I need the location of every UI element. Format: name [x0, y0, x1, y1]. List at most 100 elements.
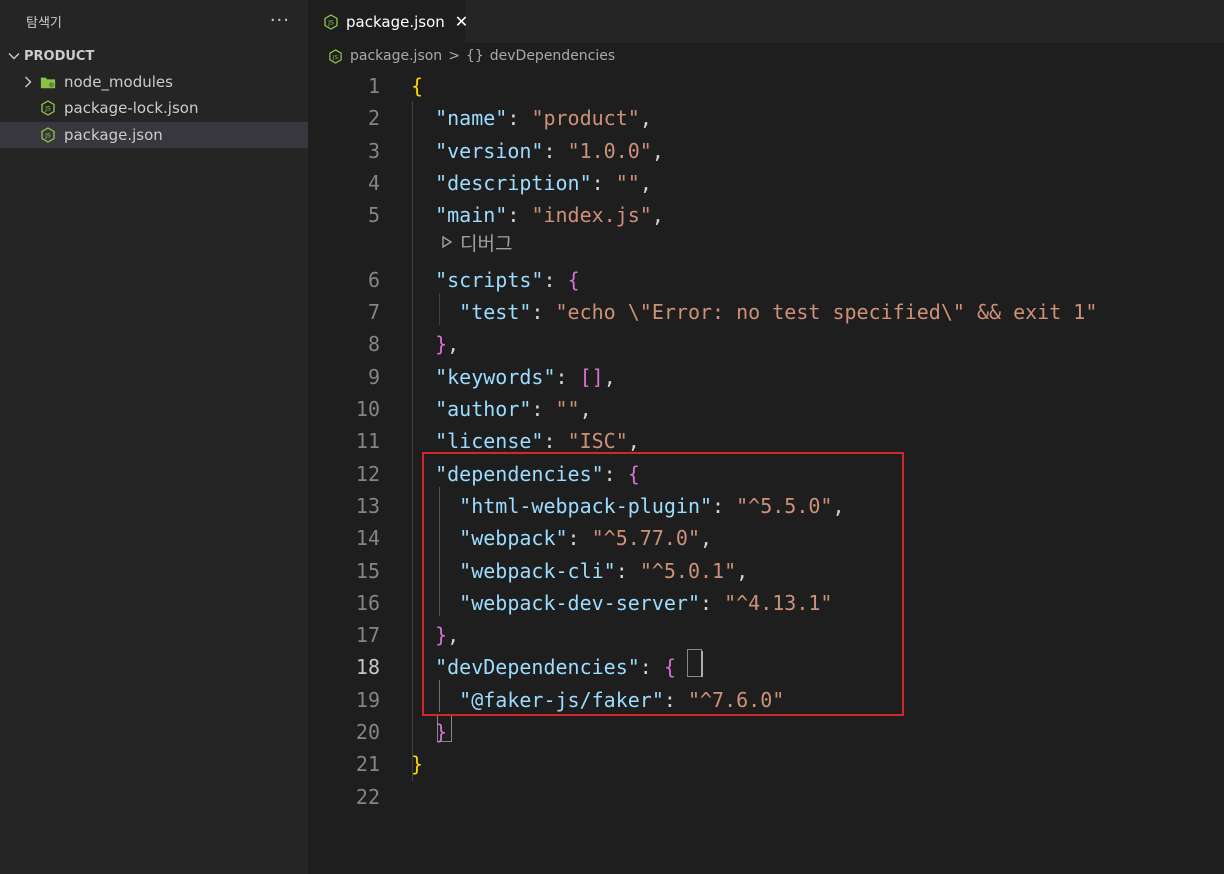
play-icon [440, 234, 454, 250]
code-text: "scripts": { [411, 264, 580, 296]
line-number: 21 [355, 752, 380, 777]
line-number: 2 [367, 106, 380, 131]
code-token: : [531, 300, 556, 325]
chevron-right-icon [20, 75, 36, 89]
line-number: 10 [355, 397, 380, 421]
code-token: } [435, 720, 448, 744]
code-line[interactable]: 22 [308, 781, 1224, 813]
code-line[interactable]: 1{ [308, 70, 1224, 102]
line-number: 6 [367, 267, 380, 292]
code-token: : [543, 138, 568, 163]
line-number: 16 [355, 590, 380, 615]
code-token: "1.0.0" [567, 138, 652, 163]
line-number: 19 [355, 687, 380, 712]
tab-label: package.json [346, 12, 445, 31]
code-token: { [567, 267, 580, 292]
svg-text:JS: JS [44, 106, 51, 113]
workspace-folder[interactable]: PRODUCT [0, 44, 308, 68]
line-number: 18 [355, 655, 380, 680]
folder-icon [40, 74, 56, 90]
code-text: }, [411, 328, 459, 360]
code-line[interactable]: 21} [308, 748, 1224, 780]
code-text: "keywords": [], [411, 361, 616, 393]
tab-package-json[interactable]: JS package.json ✕ [308, 0, 468, 43]
code-token: "scripts" [435, 267, 544, 292]
code-line[interactable]: 8 }, [308, 328, 1224, 360]
line-number: 9 [367, 364, 380, 389]
code-token: , [603, 364, 616, 389]
tree-item-package-json[interactable]: JS package.json [0, 122, 308, 148]
tree-item-label: package.json [64, 126, 163, 144]
object-symbol-icon: {} [465, 48, 484, 64]
code-line[interactable]: 3 "version": "1.0.0", [308, 135, 1224, 167]
nodejs-icon: JS [40, 100, 56, 116]
chevron-down-icon [4, 49, 24, 63]
close-icon[interactable]: ✕ [455, 12, 468, 31]
nodejs-icon: JS [328, 48, 343, 64]
code-line[interactable]: 9 "keywords": [], [308, 361, 1224, 393]
line-number: 13 [355, 493, 380, 518]
line-number: 8 [367, 332, 380, 357]
code-token: , [651, 203, 664, 228]
code-token: "" [615, 170, 640, 195]
code-token: , [627, 429, 640, 454]
code-line[interactable]: 5 "main": "index.js", [308, 199, 1224, 231]
code-line[interactable]: 4 "description": "", [308, 167, 1224, 199]
line-number: 3 [367, 138, 380, 163]
code-text: "description": "", [411, 167, 652, 199]
line-number: 15 [355, 558, 380, 583]
chevron-right-icon: > [448, 48, 460, 64]
code-token: "description" [435, 170, 592, 195]
explorer-header: 탐색기 ··· [0, 0, 308, 42]
code-token: "ISC" [567, 429, 628, 454]
line-number: 1 [367, 74, 380, 98]
code-token: "license" [435, 429, 544, 454]
line-number: 4 [367, 170, 380, 195]
code-token: "" [555, 397, 580, 421]
code-token: { [411, 74, 424, 98]
codelens-label: 디버그 [460, 232, 513, 255]
code-token: , [447, 332, 460, 357]
code-text: "name": "product", [411, 102, 652, 134]
code-line[interactable]: 2 "name": "product", [308, 102, 1224, 134]
code-line[interactable]: 10 "author": "", [308, 393, 1224, 425]
code-text: "version": "1.0.0", [411, 135, 664, 167]
code-token: } [411, 752, 424, 777]
code-token: : [531, 397, 556, 421]
code-token: "name" [435, 106, 508, 131]
breadcrumb-symbol[interactable]: devDependencies [490, 48, 615, 64]
code-line[interactable]: 7 "test": "echo \"Error: no test specifi… [308, 296, 1224, 328]
explorer-title: 탐색기 [26, 15, 62, 31]
breadcrumb-file[interactable]: package.json [350, 48, 442, 64]
tree-item-package-lock-json[interactable]: JS package-lock.json [0, 95, 308, 121]
code-token: } [435, 332, 448, 357]
tree-item-node-modules[interactable]: node_modules [0, 69, 308, 95]
line-number: 22 [355, 784, 380, 809]
code-token: : [591, 170, 616, 195]
code-token: "main" [435, 203, 508, 228]
code-token: : [543, 267, 568, 292]
svg-text:JS: JS [332, 54, 339, 60]
code-token: , [579, 397, 592, 421]
code-token: , [639, 106, 652, 131]
more-actions-icon[interactable]: ··· [270, 12, 290, 30]
line-number: 11 [355, 429, 380, 454]
code-line[interactable]: 6 "scripts": { [308, 264, 1224, 296]
code-token: "product" [531, 106, 640, 131]
line-number: 14 [355, 526, 380, 551]
code-token: "test" [459, 300, 532, 325]
code-token: "keywords" [435, 364, 556, 389]
line-number: 5 [367, 203, 380, 228]
code-line[interactable]: 20 } [308, 716, 1224, 748]
svg-text:JS: JS [327, 19, 334, 26]
code-token: , [639, 170, 652, 195]
code-token: "version" [435, 138, 544, 163]
